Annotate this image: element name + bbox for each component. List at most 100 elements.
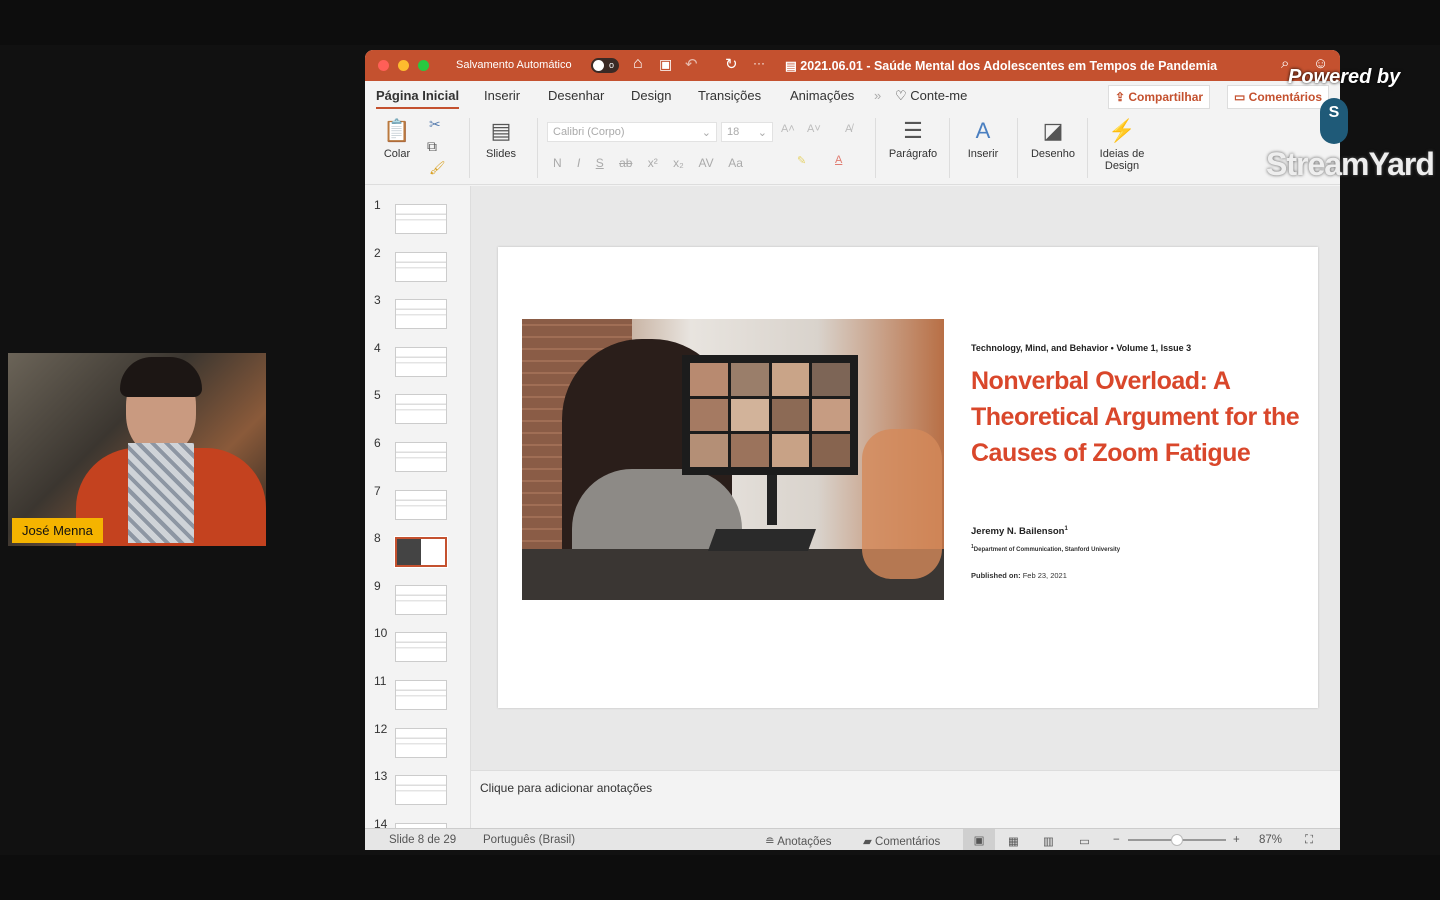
thumbnail-number: 4 <box>374 340 381 355</box>
slide-thumbnail-9[interactable] <box>395 584 447 615</box>
more-tabs-icon[interactable]: » <box>874 88 881 103</box>
published-date: Published on: Feb 23, 2021 <box>971 571 1067 580</box>
thumbnail-number: 10 <box>374 626 388 641</box>
lightbulb-icon: ♡ <box>895 88 911 103</box>
slide-thumbnail-10[interactable] <box>395 632 447 663</box>
paragraph-button[interactable]: ☰ Parágrafo <box>885 118 941 160</box>
home-icon[interactable]: ⌂ <box>633 55 643 73</box>
thumbnail-number: 8 <box>374 531 381 546</box>
normal-view-icon[interactable]: ▣ <box>963 829 995 850</box>
autosave-label: Salvamento Automático <box>456 59 572 71</box>
tab-animacoes[interactable]: Animações <box>790 88 854 103</box>
insert-button[interactable]: A Inserir <box>959 118 1007 160</box>
save-icon[interactable]: ▣ <box>659 56 672 73</box>
font-family-select[interactable]: Calibri (Corpo) ⌄ <box>547 122 717 142</box>
thumbnail-number: 7 <box>374 483 381 498</box>
ribbon-tabs: Página Inicial Inserir Desenhar Design T… <box>365 81 1340 112</box>
streamyard-mascot-icon: S <box>1320 98 1348 144</box>
slide-counter: Slide 8 de 29 <box>389 834 457 846</box>
slide-sorter-icon[interactable]: ▦ <box>1008 834 1019 848</box>
comment-icon: ▰ <box>863 836 876 848</box>
tab-transicoes[interactable]: Transições <box>698 88 761 103</box>
participant-name: José Menna <box>12 518 103 543</box>
zoom-out-button[interactable]: − <box>1113 834 1120 846</box>
comment-icon: ▭ <box>1234 90 1249 104</box>
thumbnail-number: 1 <box>374 198 381 212</box>
current-slide[interactable]: Technology, Mind, and Behavior • Volume … <box>498 247 1318 708</box>
thumbnail-number: 3 <box>374 293 381 308</box>
highlight-icon[interactable]: ✎ <box>797 154 806 167</box>
tab-desenhar[interactable]: Desenhar <box>548 88 604 103</box>
slide-photo-video-call[interactable] <box>522 319 944 600</box>
streamyard-logo: StreamYard <box>1266 146 1435 182</box>
slide-thumbnail-2[interactable] <box>395 251 447 282</box>
slide-thumbnail-5[interactable] <box>395 394 447 425</box>
comments-toggle[interactable]: ▰ Comentários <box>863 834 940 848</box>
font-color-icon[interactable]: A <box>835 154 842 166</box>
slide-thumbnail-6[interactable] <box>395 442 447 472</box>
language-indicator[interactable]: Português (Brasil) <box>483 834 575 846</box>
zoom-slider[interactable] <box>1128 834 1226 846</box>
format-buttons[interactable]: N I S ab x² x₂ AV Aa <box>553 156 743 170</box>
font-size-select[interactable]: 18 ⌄ <box>721 122 773 142</box>
copy-icon[interactable]: ⧉ <box>427 138 437 155</box>
format-painter-icon[interactable]: 🖌 <box>429 160 446 176</box>
share-button[interactable]: ⇪ Compartilhar <box>1108 85 1211 109</box>
notes-pane[interactable]: Clique para adicionar anotações <box>471 770 1340 828</box>
slide-thumbnail-8[interactable] <box>394 536 448 569</box>
tab-design[interactable]: Design <box>631 88 671 103</box>
clipboard-icon: 📋 <box>383 118 411 143</box>
slideshow-icon[interactable]: ▭ <box>1079 834 1090 848</box>
slide-editor-canvas[interactable]: Technology, Mind, and Behavior • Volume … <box>471 186 1340 770</box>
slide-thumbnail-4[interactable] <box>395 346 447 377</box>
undo-icon[interactable]: ↶ <box>685 55 698 73</box>
slide-thumbnail-11[interactable] <box>395 680 447 710</box>
shape-pen-icon: ◪ <box>1042 118 1064 143</box>
slides-button[interactable]: ▤ Slides <box>481 118 521 160</box>
notes-placeholder[interactable]: Clique para adicionar anotações <box>480 781 652 795</box>
slide-thumbnail-12[interactable] <box>395 727 447 758</box>
thumbnail-number: 6 <box>374 436 381 450</box>
draw-button[interactable]: ◪ Desenho <box>1025 118 1081 160</box>
maximize-button[interactable] <box>418 60 429 71</box>
notes-toggle[interactable]: ≘ Anotações <box>765 834 832 848</box>
zoom-slider-handle[interactable] <box>1170 834 1183 846</box>
clear-format-icon[interactable]: A̸ <box>845 123 852 135</box>
thumbnail-number: 13 <box>374 769 388 784</box>
cut-icon[interactable]: ✂ <box>429 116 441 133</box>
author: Jeremy N. Bailenson1 <box>971 526 1068 538</box>
affiliation: 1Department of Communication, Stanford U… <box>971 544 1121 553</box>
thumbnail-number: 12 <box>374 721 388 736</box>
more-icon[interactable]: ··· <box>753 56 765 70</box>
redo-icon[interactable]: ↻ <box>725 55 738 73</box>
fit-to-window-icon[interactable]: ⛶ <box>1305 834 1313 847</box>
close-button[interactable] <box>378 60 389 71</box>
align-icon: ☰ <box>903 118 923 143</box>
design-ideas-icon: ⚡ <box>1108 118 1136 143</box>
slide-thumbnail-3[interactable] <box>395 299 447 330</box>
slide-thumbnail-7[interactable] <box>395 489 447 520</box>
paper-title: Nonverbal Overload: A Theoretical Argume… <box>971 367 1300 467</box>
design-ideas-button[interactable]: ⚡ Ideias de Design <box>1093 118 1151 172</box>
thumbnail-number: 14 <box>374 816 388 828</box>
autosave-toggle[interactable]: o <box>591 58 619 73</box>
increase-font-icon[interactable]: A˄ <box>781 123 795 135</box>
slide-layout-icon: ▤ <box>490 118 512 143</box>
slide-thumbnail-1[interactable] <box>395 204 447 234</box>
thumbnail-number: 11 <box>374 674 387 688</box>
minimize-button[interactable] <box>398 60 409 71</box>
decrease-font-icon[interactable]: A˅ <box>807 123 821 135</box>
share-icon: ⇪ <box>1115 90 1129 104</box>
ribbon-toolbar: 📋 Colar ✂ ⧉ 🖌 ▤ Slides Calibri (Corpo) ⌄ 18… <box>365 112 1340 185</box>
slide-thumbnail-pane[interactable]: 1 2 3 4 5 6 7 8 9 10 11 12 13 14 <box>365 186 471 828</box>
powered-by-label: Powered by <box>1288 66 1401 88</box>
zoom-in-button[interactable]: + <box>1233 834 1240 846</box>
reading-view-icon[interactable]: ▥ <box>1043 834 1054 848</box>
slide-thumbnail-13[interactable] <box>395 775 447 806</box>
tab-pagina-inicial[interactable]: Página Inicial <box>376 88 460 109</box>
tab-inserir[interactable]: Inserir <box>484 88 520 103</box>
thumbnail-number: 2 <box>374 245 381 260</box>
tell-me[interactable]: ♡ Conte-me <box>895 88 967 104</box>
paste-button[interactable]: 📋 Colar <box>379 118 415 160</box>
zoom-level[interactable]: 87% <box>1259 834 1282 846</box>
